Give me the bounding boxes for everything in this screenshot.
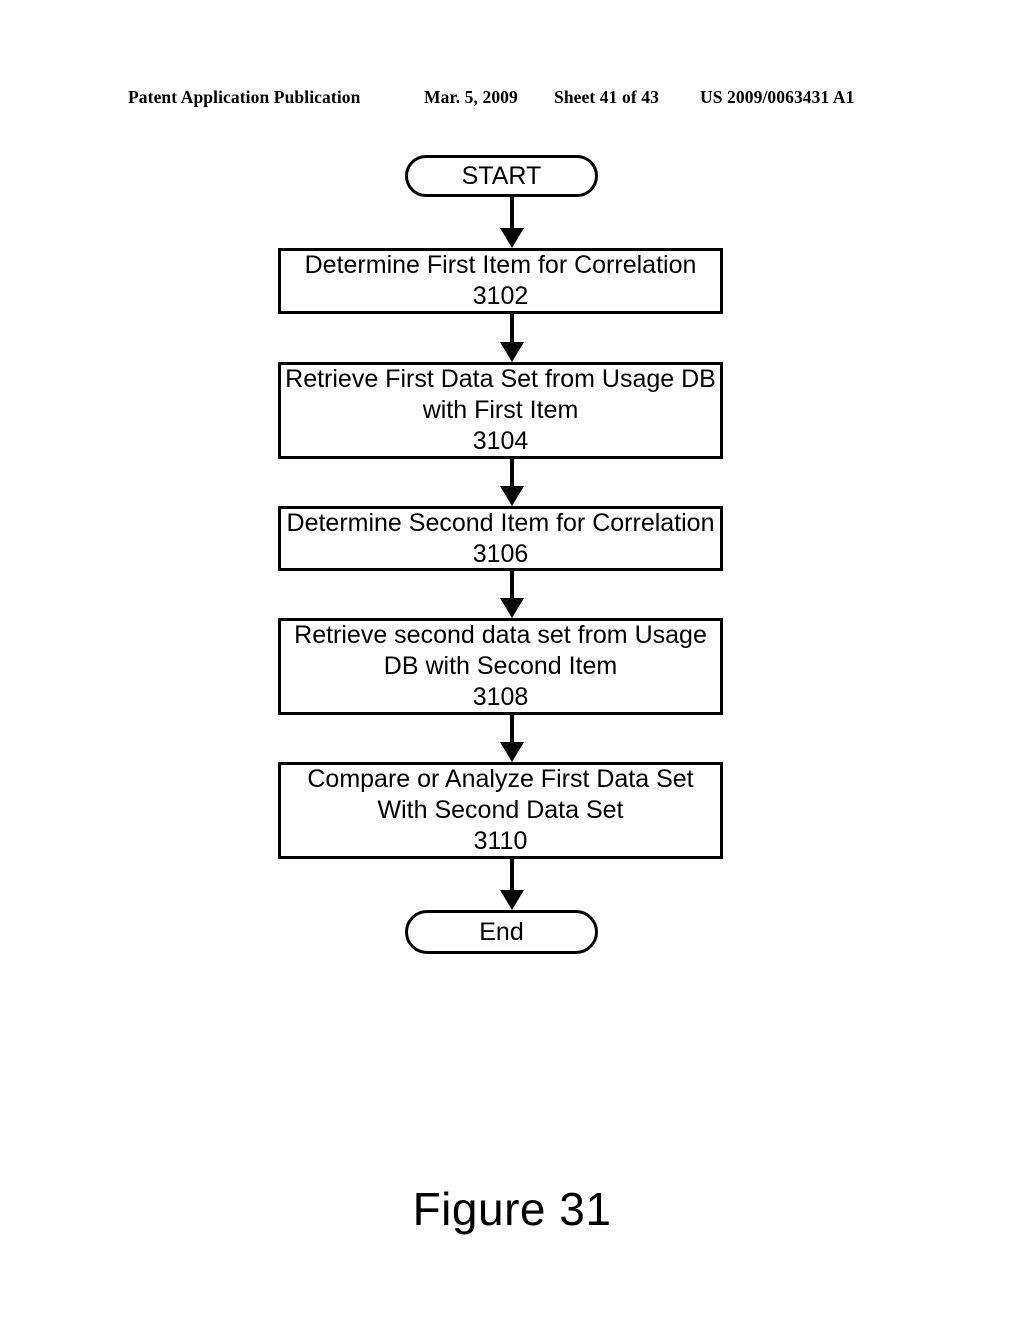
node-3102-reference-numeral: 3102 bbox=[472, 282, 529, 310]
connector-line bbox=[510, 196, 514, 230]
node-3108-text-line-2: DB with Second Item bbox=[383, 652, 618, 680]
flowchart-diagram: START Determine First Item for Correlati… bbox=[0, 0, 1024, 1000]
flowchart-node-3108: Retrieve second data set from Usage DB w… bbox=[278, 618, 723, 715]
node-3108-text-line-1: Retrieve second data set from Usage bbox=[294, 621, 707, 649]
flowchart-node-3102: Determine First Item for Correlation 310… bbox=[278, 248, 723, 314]
figure-caption: Figure 31 bbox=[412, 1183, 612, 1235]
node-3104-text-line-2: with First Item bbox=[422, 396, 579, 424]
node-3104-text-line-1: Retrieve First Data Set from Usage DB bbox=[285, 365, 716, 393]
node-3110-reference-numeral: 3110 bbox=[473, 827, 528, 855]
connector-line bbox=[510, 858, 514, 892]
connector-3106-to-3108 bbox=[500, 570, 524, 618]
arrowhead-down-icon bbox=[500, 228, 524, 248]
connector-start-to-3102 bbox=[500, 196, 524, 248]
arrowhead-down-icon bbox=[500, 598, 524, 618]
connector-line bbox=[510, 714, 514, 744]
arrowhead-down-icon bbox=[500, 486, 524, 506]
flowchart-node-end: End bbox=[405, 910, 598, 954]
connector-3108-to-3110 bbox=[500, 714, 524, 762]
flowchart-node-start: START bbox=[405, 155, 598, 197]
flowchart-node-3110: Compare or Analyze First Data Set With S… bbox=[278, 762, 723, 859]
node-3110-text-line-1: Compare or Analyze First Data Set bbox=[307, 765, 694, 793]
flowchart-node-3106: Determine Second Item for Correlation 31… bbox=[278, 506, 723, 571]
node-3110-text-line-2: With Second Data Set bbox=[377, 796, 624, 824]
connector-3104-to-3106 bbox=[500, 458, 524, 506]
node-3102-text-line-1: Determine First Item for Correlation bbox=[304, 251, 697, 279]
flowchart-node-3104: Retrieve First Data Set from Usage DB wi… bbox=[278, 362, 723, 459]
connector-line bbox=[510, 570, 514, 600]
connector-3102-to-3104 bbox=[500, 313, 524, 362]
node-3106-reference-numeral: 3106 bbox=[472, 539, 529, 568]
node-3106-text-line-1: Determine Second Item for Correlation bbox=[286, 508, 715, 537]
arrowhead-down-icon bbox=[500, 890, 524, 910]
connector-line bbox=[510, 458, 514, 488]
node-3104-reference-numeral: 3104 bbox=[472, 427, 529, 455]
arrowhead-down-icon bbox=[500, 742, 524, 762]
connector-line bbox=[510, 313, 514, 344]
node-3108-reference-numeral: 3108 bbox=[472, 683, 529, 711]
node-start-label: START bbox=[461, 162, 542, 190]
node-end-label: End bbox=[479, 918, 524, 946]
arrowhead-down-icon bbox=[500, 342, 524, 362]
connector-3110-to-end bbox=[500, 858, 524, 910]
